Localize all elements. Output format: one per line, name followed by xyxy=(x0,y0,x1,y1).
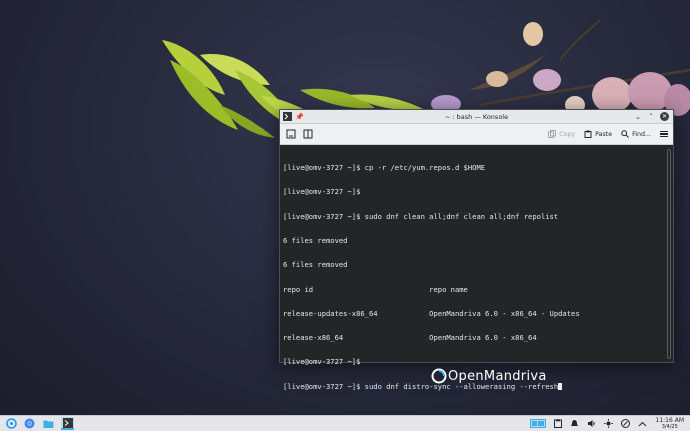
volume-icon[interactable] xyxy=(587,419,597,429)
konsole-window[interactable]: 📌 ~ : bash — Konsole ⌄ ˄ ✕ Copy Paste Fi… xyxy=(279,109,674,390)
chromium-browser-icon[interactable] xyxy=(23,417,36,430)
paste-label: Paste xyxy=(595,130,613,138)
text-cursor xyxy=(558,382,563,390)
clock-date: 3/4/25 xyxy=(661,423,678,430)
file-manager-icon[interactable] xyxy=(42,417,55,430)
copy-button[interactable]: Copy xyxy=(548,130,575,138)
clock-time: 11:16 AM xyxy=(655,416,684,424)
wallpaper-flowers xyxy=(431,22,690,116)
notifications-icon[interactable] xyxy=(570,419,580,429)
virtual-desktop-pager[interactable] xyxy=(529,419,546,428)
paste-icon xyxy=(584,130,592,138)
maximize-button[interactable]: ˄ xyxy=(647,113,655,121)
terminal-scrollbar[interactable] xyxy=(667,149,671,359)
openmandriva-logo-icon xyxy=(431,368,447,384)
system-tray: 11:16 AM 3/4/25 xyxy=(529,416,684,430)
paste-button[interactable]: Paste xyxy=(584,130,612,138)
new-tab-icon[interactable] xyxy=(285,128,297,140)
close-button[interactable]: ✕ xyxy=(660,112,669,121)
split-view-icon[interactable] xyxy=(302,128,314,140)
konsole-task-icon[interactable] xyxy=(61,417,74,430)
openmandriva-logo: OpenMandriva xyxy=(431,368,547,384)
hamburger-menu-icon[interactable] xyxy=(660,129,668,139)
find-label: Find... xyxy=(632,130,651,138)
terminal-line: 6 files removed xyxy=(283,260,348,270)
konsole-toolbar: Copy Paste Find... xyxy=(280,124,673,145)
search-icon xyxy=(621,130,629,138)
network-icon[interactable] xyxy=(621,419,631,429)
window-titlebar[interactable]: 📌 ~ : bash — Konsole ⌄ ˄ ✕ xyxy=(280,110,673,124)
terminal-line: [live@omv-3727 ~]$ xyxy=(283,187,361,197)
terminal-output[interactable]: [live@omv-3727 ~]$ cp -r /etc/yum.repos.… xyxy=(280,146,673,390)
brightness-icon[interactable] xyxy=(604,419,614,429)
taskbar: 11:16 AM 3/4/25 xyxy=(0,415,690,431)
terminal-line: [live@omv-3727 ~]$ xyxy=(283,357,361,367)
system-tray-expand-icon[interactable] xyxy=(638,419,648,429)
window-title: ~ : bash — Konsole xyxy=(444,112,509,121)
clipboard-icon[interactable] xyxy=(553,419,563,429)
minimize-button[interactable]: ⌄ xyxy=(634,113,642,121)
terminal-line: release-x86_64 OpenMandriva 6.0 - x86_64 xyxy=(283,333,537,343)
copy-label: Copy xyxy=(559,130,576,138)
terminal-line: release-updates-x86_64 OpenMandriva 6.0 … xyxy=(283,308,580,318)
copy-icon xyxy=(548,130,557,138)
terminal-line: [live@omv-3727 ~]$ cp -r /etc/yum.repos.… xyxy=(283,163,486,173)
find-button[interactable]: Find... xyxy=(621,130,651,138)
terminal-line: [live@omv-3727 ~]$ sudo dnf clean all;dn… xyxy=(283,211,559,221)
pin-icon[interactable]: 📌 xyxy=(295,113,304,121)
terminal-line: 6 files removed xyxy=(283,236,348,246)
digital-clock[interactable]: 11:16 AM 3/4/25 xyxy=(655,416,684,430)
terminal-line: repo id repo name xyxy=(283,284,468,294)
application-launcher-icon[interactable] xyxy=(5,418,17,430)
openmandriva-logo-text: OpenMandriva xyxy=(448,368,547,384)
konsole-app-icon[interactable] xyxy=(283,112,292,121)
